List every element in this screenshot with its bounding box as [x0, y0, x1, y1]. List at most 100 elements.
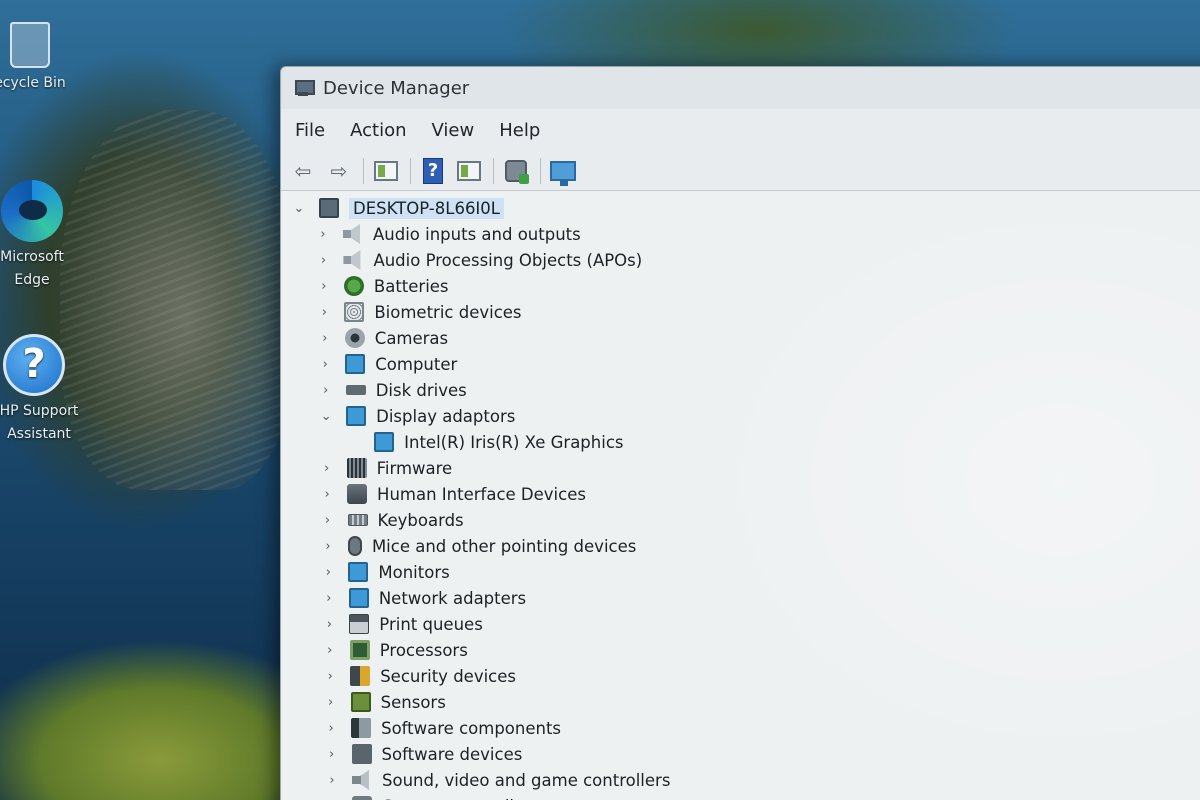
scan-hardware-button[interactable] — [547, 156, 579, 186]
menu-view[interactable]: View — [432, 120, 475, 141]
tree-item-label: Batteries — [373, 276, 449, 296]
desktop-icon-hp-support[interactable]: ? HP Support Assistant — [0, 334, 78, 446]
forward-button[interactable]: ⇨ — [323, 156, 355, 186]
tree-category-item[interactable]: › Software components — [281, 715, 1200, 741]
help-button[interactable]: ? — [417, 156, 449, 186]
tree-category-item[interactable]: › Keyboards — [281, 507, 1200, 533]
tree-category-item[interactable]: ⌄ Display adaptors — [281, 403, 1200, 429]
swcomp-device-icon — [351, 718, 372, 738]
chevron-right-icon[interactable]: › — [318, 383, 334, 398]
tree-category-item[interactable]: › Firmware — [281, 455, 1200, 481]
chevron-right-icon[interactable]: › — [320, 513, 336, 528]
tree-category-item[interactable]: › Audio Processing Objects (APOs) — [281, 247, 1200, 273]
menu-action[interactable]: Action — [350, 120, 406, 141]
tree-category-item[interactable]: › Network adapters — [281, 585, 1200, 611]
chevron-down-icon[interactable]: ⌄ — [291, 201, 307, 216]
back-arrow-icon: ⇦ — [294, 158, 312, 183]
tree-category-item[interactable]: › Human Interface Devices — [281, 481, 1200, 507]
tree-item-label: Mice and other pointing devices — [371, 536, 637, 556]
tree-device-item[interactable]: Intel(R) Iris(R) Xe Graphics — [281, 429, 1200, 455]
show-action-pane-button[interactable] — [453, 156, 485, 186]
tree-category-item[interactable]: ›Storage controllers — [281, 793, 1200, 800]
storage-device-icon — [352, 796, 373, 800]
tree-item-label: Monitors — [378, 562, 450, 582]
tree-category-item[interactable]: › Software devices — [281, 741, 1200, 767]
battery-device-icon — [343, 276, 364, 296]
toolbar-separator — [493, 157, 494, 184]
action-pane-icon — [457, 160, 481, 181]
tree-category-item[interactable]: › Processors — [281, 637, 1200, 663]
edge-browser-icon — [1, 180, 63, 242]
tree-category-item[interactable]: › Disk drives — [281, 377, 1200, 403]
tree-item-label: Audio inputs and outputs — [373, 224, 581, 244]
tree-item-label: Network adapters — [378, 588, 527, 608]
tree-category-item[interactable]: › Audio inputs and outputs — [281, 221, 1200, 247]
tree-category-item[interactable]: › Computer — [281, 351, 1200, 377]
wallpaper-rock — [60, 110, 290, 490]
display-adapter-icon — [374, 432, 395, 452]
camera-device-icon — [344, 328, 365, 348]
chevron-right-icon[interactable]: › — [324, 747, 340, 762]
monitor-device-icon — [348, 562, 369, 582]
chevron-right-icon[interactable]: › — [315, 227, 331, 242]
mouse-device-icon — [347, 536, 362, 556]
sensor-device-icon — [350, 692, 371, 712]
desktop-icon-edge[interactable]: Microsoft Edge — [0, 180, 72, 292]
tree-category-item[interactable]: › Sound, video and game controllers — [281, 767, 1200, 793]
menu-help[interactable]: Help — [499, 120, 540, 141]
computer-root-icon — [319, 198, 339, 218]
desktop-icon-recycle-bin[interactable]: ecycle Bin — [0, 22, 70, 95]
proc-device-icon — [349, 640, 370, 660]
toolbar-separator — [363, 157, 364, 184]
tree-category-item[interactable]: › Batteries — [281, 273, 1200, 299]
chevron-right-icon[interactable]: › — [317, 331, 333, 346]
chevron-right-icon[interactable]: › — [322, 643, 338, 658]
tree-category-item[interactable]: › Mice and other pointing devices — [281, 533, 1200, 559]
menu-file[interactable]: File — [295, 120, 325, 141]
chevron-right-icon[interactable]: › — [316, 279, 332, 294]
chevron-right-icon[interactable]: › — [323, 721, 339, 736]
tree-item-label: Print queues — [379, 614, 483, 634]
tree-category-item[interactable]: › Monitors — [281, 559, 1200, 585]
console-tree-icon — [374, 160, 398, 181]
update-driver-button[interactable] — [500, 156, 532, 186]
tree-item-label: Audio Processing Objects (APOs) — [373, 250, 643, 270]
toolbar-separator — [540, 157, 541, 184]
tree-category-item[interactable]: › Sensors — [281, 689, 1200, 715]
chevron-right-icon[interactable]: › — [321, 591, 337, 606]
tree-root[interactable]: ⌄ DESKTOP-8L66I0L — [281, 195, 1200, 221]
chevron-right-icon[interactable]: › — [316, 305, 332, 320]
question-mark-icon: ? — [3, 334, 65, 396]
tree-category-item[interactable]: › Security devices — [281, 663, 1200, 689]
tree-item-label: Security devices — [380, 666, 516, 686]
tree-item-label: Software devices — [381, 744, 523, 764]
tree-item-label: Keyboards — [377, 510, 464, 530]
chevron-right-icon[interactable]: › — [320, 565, 336, 580]
tree-item-label: Display adaptors — [376, 406, 516, 426]
chevron-down-icon[interactable]: ⌄ — [318, 409, 334, 424]
tree-category-item[interactable]: › Print queues — [281, 611, 1200, 637]
tree-item-label: Sensors — [380, 692, 446, 712]
desktop-icon-label: Microsoft Edge — [0, 249, 64, 288]
tree-item-label: Software components — [381, 718, 562, 738]
tree-item-label: Human Interface Devices — [377, 484, 586, 504]
title-bar[interactable]: Device Manager — [281, 67, 1200, 109]
back-button[interactable]: ⇦ — [287, 156, 319, 186]
desktop-icon-label: ecycle Bin — [0, 75, 66, 91]
chevron-right-icon[interactable]: › — [319, 487, 335, 502]
chevron-right-icon[interactable]: › — [321, 617, 337, 632]
chevron-right-icon[interactable]: › — [320, 539, 336, 554]
audio-device-icon — [343, 224, 360, 244]
chevron-right-icon[interactable]: › — [315, 253, 331, 268]
chevron-right-icon[interactable]: › — [322, 669, 338, 684]
chevron-right-icon[interactable]: › — [319, 461, 335, 476]
print-device-icon — [349, 614, 370, 634]
tree-category-item[interactable]: › Cameras — [281, 325, 1200, 351]
root-computer-name: DESKTOP-8L66I0L — [349, 197, 504, 219]
chevron-right-icon[interactable]: › — [323, 695, 339, 710]
help-icon: ? — [423, 157, 443, 184]
tree-category-item[interactable]: › Biometric devices — [281, 299, 1200, 325]
show-hide-console-tree-button[interactable] — [370, 156, 402, 186]
chevron-right-icon[interactable]: › — [317, 357, 333, 372]
chevron-right-icon[interactable]: › — [324, 773, 340, 788]
